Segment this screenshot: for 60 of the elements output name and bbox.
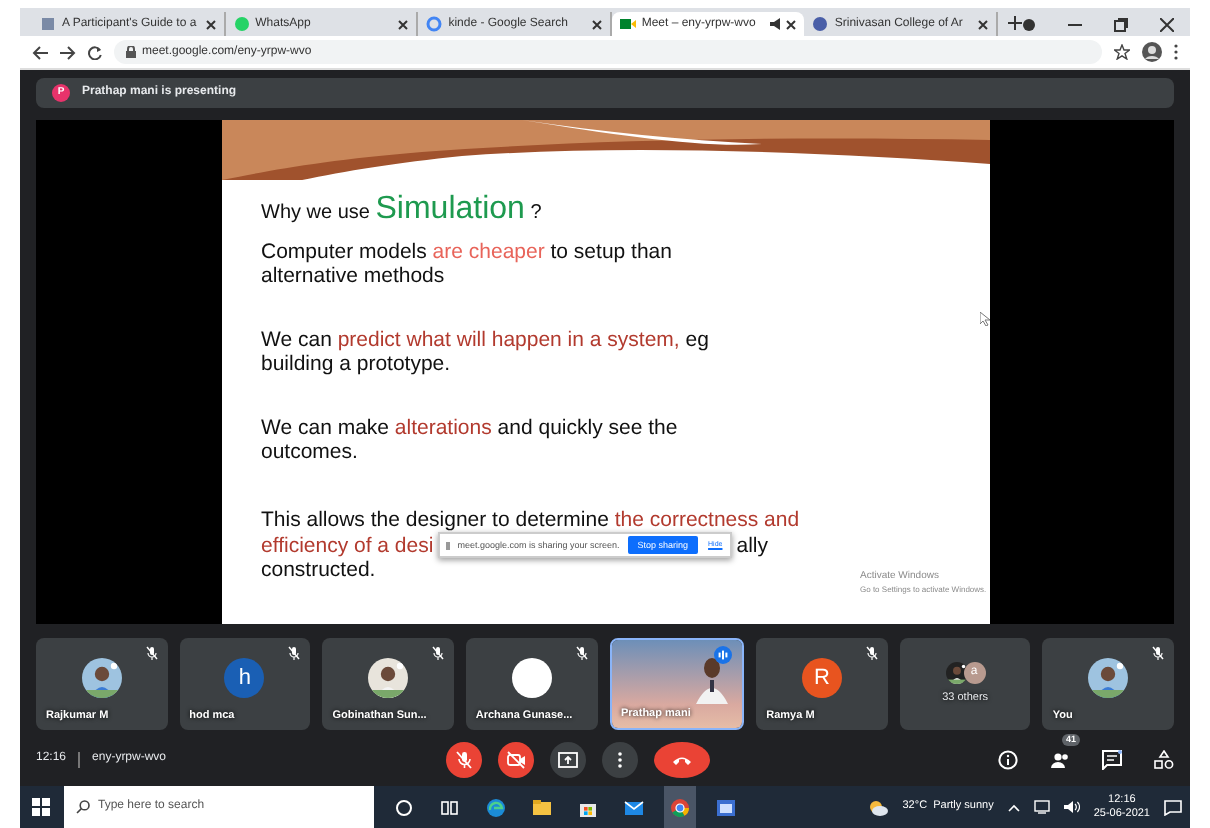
page-icon [40, 16, 56, 32]
back-icon[interactable] [32, 45, 48, 59]
emblem-icon [812, 16, 829, 32]
app-window-icon[interactable] [716, 797, 736, 817]
slide-text: efficiency of a desi [261, 533, 434, 557]
avatar [511, 658, 552, 698]
speaking-icon [714, 646, 733, 664]
people-icon[interactable] [1050, 749, 1070, 769]
slide-paragraph: We can predict what will happen in a system, eg building a prototype. [261, 328, 711, 376]
folder-icon[interactable] [532, 797, 552, 817]
close-icon[interactable] [978, 19, 988, 29]
slide-title: Why we use Simulation ? [261, 192, 544, 230]
slide-paragraph: This allows the designer to determine the correctness and [261, 508, 802, 532]
close-icon[interactable] [786, 19, 797, 29]
mail-icon[interactable] [624, 797, 644, 817]
close-icon[interactable] [398, 19, 409, 29]
microphone-button[interactable] [446, 741, 483, 777]
reload-icon[interactable] [88, 45, 102, 59]
speaker-icon [770, 18, 781, 30]
microphone-off-icon [454, 749, 475, 769]
close-icon[interactable] [591, 19, 602, 29]
weather-icon[interactable] [868, 799, 889, 815]
circle-icon[interactable] [394, 797, 414, 817]
chat-icon[interactable] [1102, 749, 1122, 769]
slide-text: ally [736, 533, 768, 557]
chrome-icon[interactable] [670, 797, 690, 817]
search-icon [76, 800, 90, 814]
avatar: h [224, 658, 265, 698]
camera-button[interactable] [498, 741, 535, 777]
new-tab-icon[interactable] [1008, 16, 1022, 30]
notification-icon[interactable] [1164, 799, 1182, 815]
close-icon[interactable] [205, 19, 216, 29]
close-icon[interactable] [1160, 17, 1174, 31]
network-icon[interactable] [1033, 800, 1050, 814]
avatar: R [801, 658, 842, 698]
hang-up-button[interactable] [654, 741, 711, 777]
camera-icon [619, 16, 636, 32]
chat-icon [233, 16, 250, 32]
search-letter-icon [426, 16, 443, 32]
task-view-icon[interactable] [440, 797, 460, 817]
more-options-button[interactable] [602, 741, 639, 777]
star-icon[interactable] [1114, 44, 1130, 60]
camera-off-icon [506, 749, 527, 769]
chevron-up-icon[interactable] [1007, 803, 1020, 811]
present-button[interactable] [550, 741, 587, 777]
profile-icon[interactable] [1142, 42, 1162, 62]
present-screen-icon [558, 749, 579, 769]
edge-browser-icon[interactable] [486, 797, 506, 817]
lock-icon [126, 46, 136, 58]
shapes-icon[interactable] [1154, 749, 1174, 769]
windows-start-icon[interactable] [32, 798, 50, 816]
forward-icon[interactable] [60, 45, 76, 59]
handle-icon [445, 541, 450, 549]
restore-icon[interactable] [1114, 17, 1128, 31]
slide-paragraph: We can make alterations and quickly see the outcomes. [261, 416, 680, 464]
slide-paragraph: Computer models are cheaper to setup than alternative methods [261, 240, 674, 288]
slide-text: constructed. [261, 558, 376, 582]
volume-icon[interactable] [1063, 800, 1080, 814]
record-icon[interactable] [1022, 17, 1036, 31]
info-icon[interactable] [998, 749, 1018, 769]
